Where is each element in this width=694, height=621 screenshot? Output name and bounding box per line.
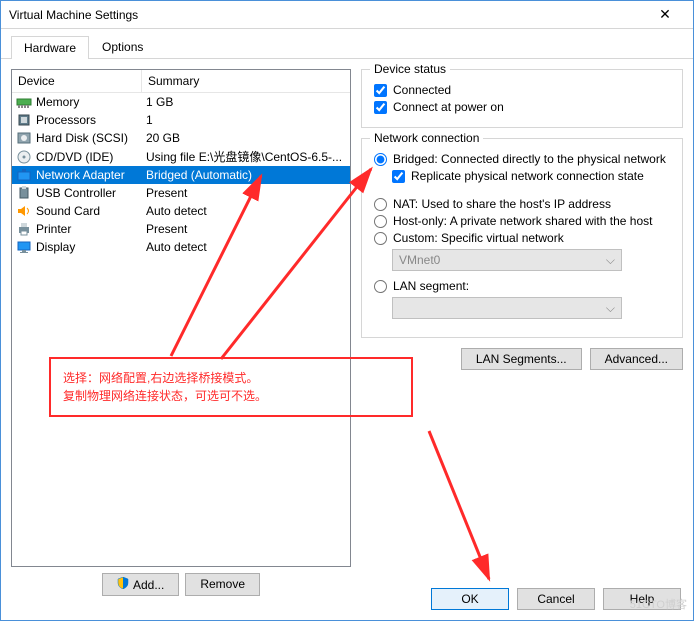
- net-icon: [16, 167, 32, 183]
- tabs: Hardware Options: [1, 29, 693, 59]
- bridged-radio[interactable]: Bridged: Connected directly to the physi…: [374, 152, 672, 166]
- host-only-radio[interactable]: Host-only: A private network shared with…: [374, 214, 672, 228]
- shield-icon: [117, 577, 129, 589]
- cancel-button[interactable]: Cancel: [517, 588, 595, 610]
- device-row[interactable]: Sound CardAuto detect: [12, 202, 350, 220]
- device-summary: Bridged (Automatic): [146, 168, 346, 182]
- device-name: Network Adapter: [36, 168, 146, 182]
- sound-icon: [16, 203, 32, 219]
- device-name: Processors: [36, 113, 146, 127]
- lan-segment-radio[interactable]: LAN segment:: [374, 279, 672, 293]
- device-summary: Using file E:\光盘镜像\CentOS-6.5-...: [146, 148, 346, 165]
- memory-icon: [16, 94, 32, 110]
- advanced-button[interactable]: Advanced...: [590, 348, 683, 370]
- device-summary: 1: [146, 113, 346, 127]
- device-row[interactable]: Network AdapterBridged (Automatic): [12, 166, 350, 184]
- device-summary: 1 GB: [146, 95, 346, 109]
- custom-radio[interactable]: Custom: Specific virtual network: [374, 231, 672, 245]
- cpu-icon: [16, 112, 32, 128]
- nat-radio[interactable]: NAT: Used to share the host's IP address: [374, 197, 672, 211]
- tab-options[interactable]: Options: [89, 35, 156, 58]
- device-list: Device Summary Memory1 GBProcessors1Hard…: [11, 69, 351, 567]
- hdd-icon: [16, 130, 32, 146]
- connected-checkbox[interactable]: Connected: [374, 83, 672, 97]
- add-button[interactable]: Add...: [102, 573, 179, 596]
- device-name: Display: [36, 240, 146, 254]
- display-icon: [16, 239, 32, 255]
- device-row[interactable]: Memory1 GB: [12, 93, 350, 111]
- device-row[interactable]: DisplayAuto detect: [12, 238, 350, 256]
- network-connection-group: Network connection Bridged: Connected di…: [361, 138, 683, 338]
- device-summary: Present: [146, 222, 346, 236]
- list-header: Device Summary: [12, 70, 350, 93]
- header-device[interactable]: Device: [12, 70, 142, 92]
- device-name: USB Controller: [36, 186, 146, 200]
- device-name: Memory: [36, 95, 146, 109]
- chevron-down-icon: ⌵: [606, 301, 615, 316]
- device-summary: Auto detect: [146, 240, 346, 254]
- device-summary: Auto detect: [146, 204, 346, 218]
- chevron-down-icon: ⌵: [606, 253, 615, 268]
- remove-button[interactable]: Remove: [185, 573, 260, 596]
- device-name: Hard Disk (SCSI): [36, 131, 146, 145]
- device-row[interactable]: USB ControllerPresent: [12, 184, 350, 202]
- help-button[interactable]: Help: [603, 588, 681, 610]
- device-summary: Present: [146, 186, 346, 200]
- ok-button[interactable]: OK: [431, 588, 509, 610]
- usb-icon: [16, 185, 32, 201]
- lan-segments-button[interactable]: LAN Segments...: [461, 348, 582, 370]
- device-row[interactable]: CD/DVD (IDE)Using file E:\光盘镜像\CentOS-6.…: [12, 147, 350, 166]
- tab-hardware[interactable]: Hardware: [11, 36, 89, 59]
- device-status-title: Device status: [370, 62, 450, 76]
- device-name: Printer: [36, 222, 146, 236]
- connect-at-power-on-checkbox[interactable]: Connect at power on: [374, 100, 672, 114]
- custom-vmnet-select: VMnet0 ⌵: [392, 249, 622, 271]
- device-row[interactable]: Hard Disk (SCSI)20 GB: [12, 129, 350, 147]
- cd-icon: [16, 149, 32, 165]
- device-summary: 20 GB: [146, 131, 346, 145]
- window-title: Virtual Machine Settings: [9, 8, 645, 22]
- device-row[interactable]: PrinterPresent: [12, 220, 350, 238]
- replicate-checkbox[interactable]: Replicate physical network connection st…: [392, 169, 672, 183]
- device-name: Sound Card: [36, 204, 146, 218]
- device-status-group: Device status Connected Connect at power…: [361, 69, 683, 128]
- close-icon[interactable]: ✕: [645, 6, 685, 23]
- device-row[interactable]: Processors1: [12, 111, 350, 129]
- lan-segment-select: ⌵: [392, 297, 622, 319]
- device-name: CD/DVD (IDE): [36, 150, 146, 164]
- add-button-label: Add...: [133, 578, 164, 592]
- printer-icon: [16, 221, 32, 237]
- header-summary[interactable]: Summary: [142, 70, 350, 92]
- network-connection-title: Network connection: [370, 131, 483, 145]
